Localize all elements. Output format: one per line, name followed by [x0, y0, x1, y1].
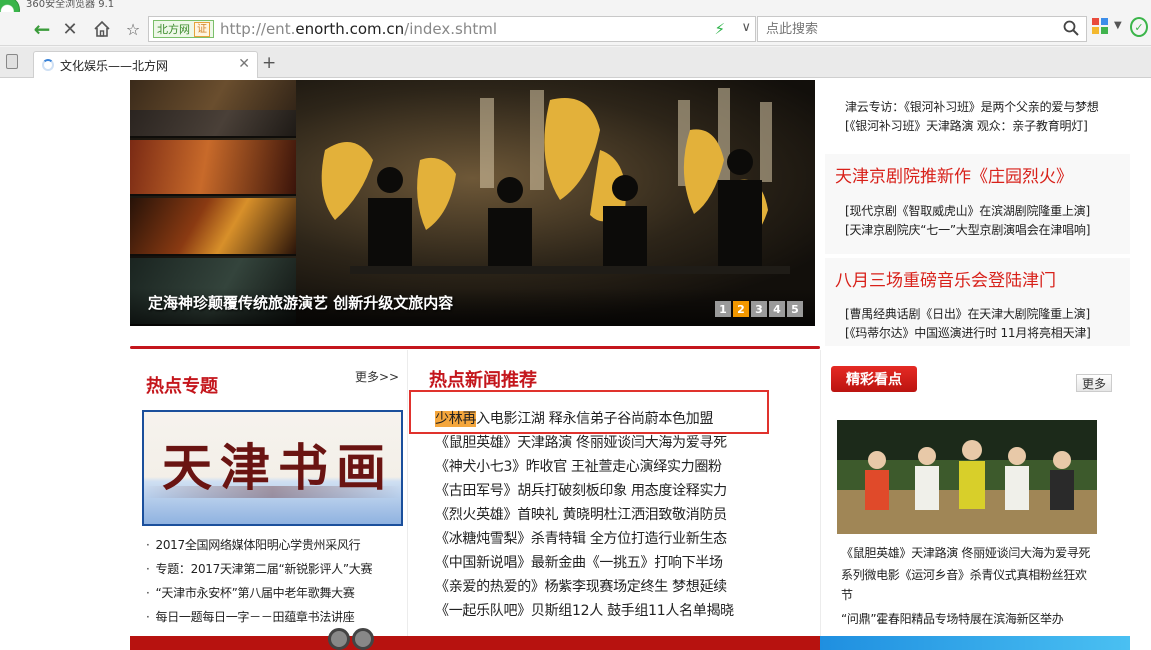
news-link-highlighted[interactable]: 少林再入电影江湖 释永信弟子谷尚蔚本色加盟 [435, 408, 713, 428]
topic-link[interactable]: 2017全国网络媒体阳明心学贵州采风行 [146, 536, 361, 554]
tab-close-icon[interactable]: ✕ [238, 56, 250, 72]
news-link-rest: 入电影江湖 释永信弟子谷尚蔚本色加盟 [476, 411, 714, 427]
news-link[interactable]: 《神犬小七3》昨收官 王祉萱走心演绎实力圈粉 [435, 456, 722, 476]
featured-section: 精彩看点 更多 《鼠胆英雄》天津路演 佟丽娅谈闫大海为爱寻死 系列微电影《运河乡… [820, 350, 1130, 650]
section-badge: 精彩看点 [831, 366, 917, 392]
news-link[interactable]: 《冰糖炖雪梨》杀青特辑 全方位打造行业新生态 [435, 528, 727, 548]
site-name: 北方网 [157, 23, 190, 36]
film-reel-icon [352, 628, 374, 650]
section-title: 热点专题 [146, 376, 218, 397]
news-link[interactable]: 《烈火英雄》首映礼 黄晓明杜江洒泪致敬消防员 [435, 504, 727, 524]
featured-caption[interactable]: 系列微电影《运河乡音》杀青仪式真相粉丝狂欢 [841, 566, 1087, 583]
hot-topics-section: 热点专题 更多>> 天津书画 2017全国网络媒体阳明心学贵州采风行 专题：20… [130, 350, 408, 650]
headline-link[interactable]: [《银河补习班》天津路演 观众：亲子教育明灯] [845, 117, 1088, 134]
triangle-down-icon[interactable]: ▼ [1114, 20, 1122, 31]
topic-link[interactable]: 专题：2017天津第二届“新锐影评人”大赛 [146, 560, 373, 578]
slideshow-page-button[interactable]: 1 [715, 301, 731, 317]
sidebar-toggle-icon[interactable] [6, 54, 18, 69]
loading-spinner-icon [42, 59, 54, 71]
hot-news-section: 热点新闻推荐 少林再入电影江湖 释永信弟子谷尚蔚本色加盟 《鼠胆英雄》天津路演 … [409, 350, 819, 650]
headline-block: 八月三场重磅音乐会登陆津门 [曹禺经典话剧《日出》在天津大剧院隆重上演] [《玛… [825, 258, 1130, 346]
tab-active[interactable]: 文化娱乐——北方网 ✕ [33, 51, 258, 78]
film-reel-icon [328, 628, 350, 650]
slideshow-caption[interactable]: 定海神珍颠覆传统旅游演艺 创新升级文旅内容 [148, 292, 453, 313]
new-tab-plus-icon[interactable]: + [262, 53, 276, 73]
browser-chrome: 360安全浏览器 9.1 ← ✕ ☆ 北方网 证 http://ent.enor… [0, 0, 1151, 78]
topic-link[interactable]: “天津市永安杯”第八届中老年歌舞大赛 [146, 584, 355, 602]
lightning-icon[interactable]: ⚡ [714, 20, 725, 38]
bottom-banner-right[interactable] [820, 636, 1130, 650]
slideshow-thumbnail[interactable] [130, 198, 296, 256]
slideshow-page-button[interactable]: 3 [751, 301, 767, 317]
news-link[interactable]: 《古田军号》胡兵打破刻板印象 用态度诠释实力 [435, 480, 727, 500]
home-button[interactable] [90, 17, 114, 41]
url-text[interactable]: http://ent.enorth.com.cn/index.shtml [220, 20, 497, 38]
slideshow-page-button[interactable]: 4 [769, 301, 785, 317]
site-identity-badge[interactable]: 北方网 证 [153, 20, 214, 38]
slideshow-pager: 1 2 3 4 5 [715, 301, 803, 317]
bottom-banner[interactable] [130, 636, 820, 650]
arrow-left-icon: ← [33, 17, 51, 41]
search-highlight: 少林再 [435, 411, 477, 427]
certificate-badge[interactable]: 证 [194, 21, 210, 37]
featured-caption[interactable]: “问鼎”霍春阳精品专场特展在滨海新区举办 [841, 610, 1064, 627]
news-link[interactable]: 《亲爱的热爱的》杨紫李现赛场定终生 梦想延续 [435, 576, 727, 596]
headline-title[interactable]: 天津京剧院推新作《庄园烈火》 [835, 162, 1073, 187]
news-link[interactable]: 《一起乐队吧》贝斯组12人 鼓手组11人名单揭晓 [435, 600, 734, 620]
security-shield-icon[interactable]: ✓ [1130, 17, 1148, 37]
right-headlines: 津云专访：《银河补习班》是两个父亲的爱与梦想 [《银河补习班》天津路演 观众：亲… [825, 78, 1130, 346]
topic-link[interactable]: 每日一题每日一字－－田蕴章书法讲座 [146, 608, 355, 626]
address-bar[interactable]: 北方网 证 http://ent.enorth.com.cn/index.sht… [148, 16, 756, 42]
close-icon: ✕ [62, 18, 78, 40]
search-box [757, 16, 1087, 42]
slideshow-thumbnail[interactable] [130, 110, 296, 138]
news-link[interactable]: 《中国新说唱》最新金曲《一挑五》打响下半场 [435, 552, 723, 572]
brush-stroke-decoration [144, 486, 401, 498]
tab-title: 文化娱乐——北方网 [60, 59, 169, 73]
featured-caption[interactable]: 节 [841, 586, 853, 603]
headline-slideshow[interactable]: 定海神珍颠覆传统旅游演艺 创新升级文旅内容 1 2 3 4 5 [130, 80, 815, 326]
apps-grid-icon[interactable] [1092, 18, 1110, 36]
url-path: /index.shtml [404, 20, 497, 38]
headline-link[interactable]: 津云专访：《银河补习班》是两个父亲的爱与梦想 [845, 98, 1099, 115]
headline-block: 天津京剧院推新作《庄园烈火》 [现代京剧《智取威虎山》在滨湖剧院隆重上演] [天… [825, 154, 1130, 254]
more-button[interactable]: 更多 [1076, 374, 1112, 392]
search-icon[interactable] [1062, 19, 1080, 37]
topic-banner[interactable]: 天津书画 [142, 410, 403, 526]
window-title: 360安全浏览器 9.1 [26, 0, 115, 10]
stop-button[interactable]: ✕ [58, 17, 82, 41]
slideshow-thumbnail[interactable] [130, 140, 296, 196]
news-link[interactable]: 《鼠胆英雄》天津路演 佟丽娅谈闫大海为爱寻死 [435, 432, 727, 452]
home-icon [94, 20, 110, 37]
featured-photo[interactable] [837, 420, 1097, 534]
headline-title[interactable]: 八月三场重磅音乐会登陆津门 [835, 266, 1056, 291]
headline-link[interactable]: [曹禺经典话剧《日出》在天津大剧院隆重上演] [845, 305, 1090, 322]
navigation-bar: ← ✕ ☆ 北方网 证 http://ent.enorth.com.cn/ind… [0, 12, 1151, 46]
window-title-bar: 360安全浏览器 9.1 [0, 0, 1151, 12]
url-domain: enorth.com.cn [295, 20, 405, 38]
url-prefix: http://ent. [220, 20, 296, 38]
chevron-down-icon[interactable]: ∨ [741, 20, 751, 35]
more-link[interactable]: 更多>> [355, 368, 399, 385]
headline-link[interactable]: [《玛蒂尔达》中国巡演进行时 11月将亮相天津] [845, 324, 1091, 341]
headline-link[interactable]: [天津京剧院庆“七一”大型京剧演唱会在津唱响] [845, 221, 1090, 238]
featured-caption[interactable]: 《鼠胆英雄》天津路演 佟丽娅谈闫大海为爱寻死 [841, 544, 1091, 561]
slideshow-page-button[interactable]: 5 [787, 301, 803, 317]
web-page: 定海神珍颠覆传统旅游演艺 创新升级文旅内容 1 2 3 4 5 津云专访：《银河… [0, 78, 1151, 650]
tab-bar: 文化娱乐——北方网 ✕ + [0, 47, 1151, 78]
back-button[interactable]: ← [30, 17, 54, 41]
headline-block: 津云专访：《银河补习班》是两个父亲的爱与梦想 [《银河补习班》天津路演 观众：亲… [825, 78, 1130, 154]
bookmark-button[interactable]: ☆ [121, 17, 145, 41]
slideshow-page-button-active[interactable]: 2 [733, 301, 749, 317]
section-divider [130, 346, 820, 349]
star-icon: ☆ [125, 19, 141, 39]
search-input[interactable] [758, 17, 1058, 41]
headline-link[interactable]: [现代京剧《智取威虎山》在滨湖剧院隆重上演] [845, 202, 1090, 219]
section-title: 热点新闻推荐 [429, 370, 537, 391]
